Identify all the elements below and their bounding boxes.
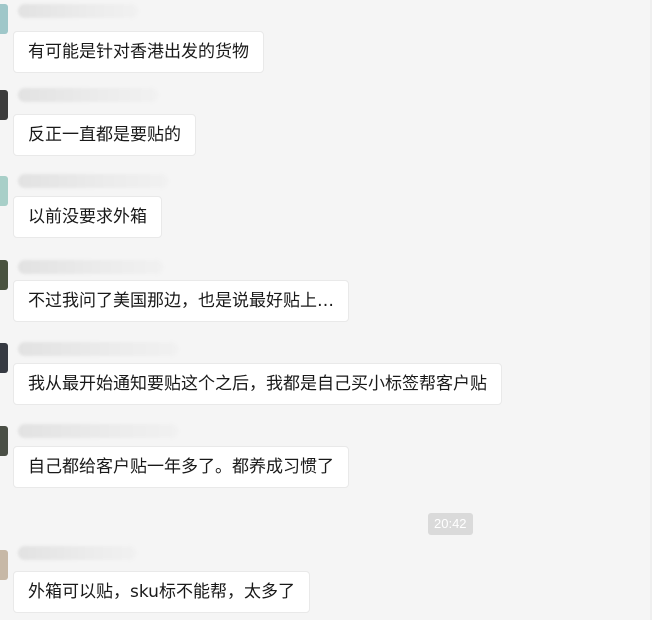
sender-name-blurred — [18, 88, 158, 102]
message-bubble[interactable]: 以前没要求外箱 — [13, 196, 162, 238]
avatar[interactable] — [0, 343, 8, 373]
chat-message-list[interactable]: 有可能是针对香港出发的货物 反正一直都是要贴的 以前没要求外箱 不过我问了美国那… — [0, 0, 652, 620]
sender-name-blurred — [18, 260, 163, 274]
message-text: 不过我问了美国那边，也是说最好贴上… — [28, 291, 334, 311]
message-bubble[interactable]: 反正一直都是要贴的 — [13, 114, 196, 156]
message-text: 外箱可以贴，sku标不能帮，太多了 — [28, 582, 295, 602]
avatar[interactable] — [0, 426, 8, 456]
message-bubble[interactable]: 外箱可以贴，sku标不能帮，太多了 — [13, 571, 310, 613]
sender-name-blurred — [18, 424, 178, 438]
message-bubble[interactable]: 有可能是针对香港出发的货物 — [13, 31, 264, 73]
message-text: 以前没要求外箱 — [28, 207, 147, 227]
message-text: 自己都给客户贴一年多了。都养成习惯了 — [28, 457, 334, 477]
avatar[interactable] — [0, 550, 8, 580]
message-bubble[interactable]: 自己都给客户贴一年多了。都养成习惯了 — [13, 446, 349, 488]
timestamp-badge: 20:42 — [428, 513, 473, 535]
avatar[interactable] — [0, 176, 8, 206]
sender-name-blurred — [18, 174, 168, 188]
message-text: 有可能是针对香港出发的货物 — [28, 42, 249, 62]
avatar[interactable] — [0, 90, 8, 120]
message-text: 反正一直都是要贴的 — [28, 125, 181, 145]
sender-name-blurred — [18, 546, 136, 560]
message-text: 我从最开始通知要贴这个之后，我都是自己买小标签帮客户贴 — [28, 374, 487, 394]
message-bubble[interactable]: 我从最开始通知要贴这个之后，我都是自己买小标签帮客户贴 — [13, 363, 502, 405]
avatar[interactable] — [0, 260, 8, 290]
message-bubble[interactable]: 不过我问了美国那边，也是说最好贴上… — [13, 280, 349, 322]
avatar[interactable] — [0, 4, 8, 34]
sender-name-blurred — [18, 342, 178, 356]
sender-name-blurred — [18, 4, 138, 18]
